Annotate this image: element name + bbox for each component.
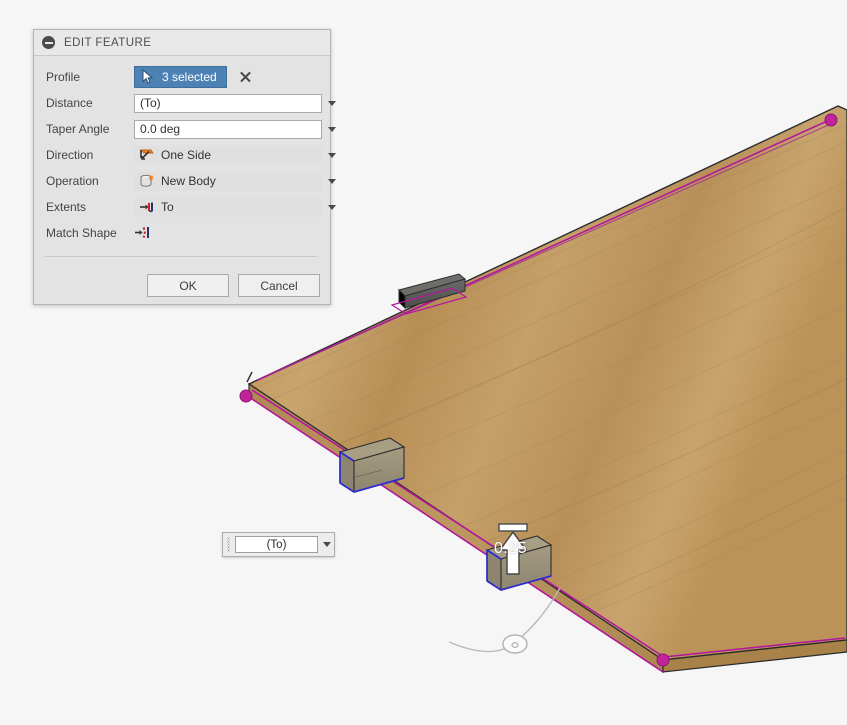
- row-direction: Direction One Side: [44, 142, 336, 168]
- dialog-divider: [44, 256, 317, 257]
- profile-selection-label: 3 selected: [162, 70, 217, 84]
- extents-combo[interactable]: To: [134, 197, 322, 217]
- minus-circle-icon[interactable]: [42, 36, 55, 49]
- dialog-title: EDIT FEATURE: [64, 36, 152, 49]
- new-body-icon: [140, 174, 155, 187]
- dialog-title-bar[interactable]: EDIT FEATURE: [34, 30, 330, 56]
- extents-chevron-down-icon[interactable]: [328, 204, 336, 210]
- direction-value: One Side: [161, 148, 212, 162]
- chevron-down-icon[interactable]: [320, 542, 334, 547]
- drag-circle-handle[interactable]: [502, 634, 528, 654]
- drag-grip-icon[interactable]: [223, 533, 233, 556]
- close-x-icon[interactable]: [238, 70, 252, 84]
- row-taper-angle: Taper Angle 0.0 deg: [44, 116, 336, 142]
- extents-value: To: [161, 200, 174, 214]
- cancel-button[interactable]: Cancel: [238, 274, 320, 297]
- application-window: 0.25 (To) EDIT FEATURE Profile 3 selecte…: [0, 0, 847, 725]
- label-profile: Profile: [46, 70, 81, 84]
- canvas-value-editor[interactable]: (To): [222, 532, 335, 557]
- ok-button[interactable]: OK: [147, 274, 229, 297]
- label-taper-angle: Taper Angle: [46, 122, 110, 136]
- cursor-arrow-icon: [142, 69, 154, 84]
- one-side-direction-icon: [139, 149, 154, 160]
- taper-angle-dropdown-chevron-down-icon[interactable]: [328, 126, 336, 132]
- dialog-body: Profile 3 selected Distance (To) Taper A…: [34, 56, 336, 267]
- vertex-connector-line: [246, 371, 253, 383]
- row-match-shape: Match Shape: [44, 220, 317, 246]
- extent-to-icon: [140, 202, 153, 213]
- operation-value: New Body: [161, 174, 216, 188]
- direction-combo[interactable]: One Side: [134, 145, 322, 165]
- label-operation: Operation: [46, 174, 99, 188]
- label-match-shape: Match Shape: [46, 226, 117, 240]
- dialog-footer: OK Cancel: [34, 267, 330, 304]
- row-profile: Profile 3 selected: [44, 64, 317, 90]
- distance-input[interactable]: (To): [134, 93, 322, 113]
- direction-chevron-down-icon[interactable]: [328, 152, 336, 158]
- canvas-value-input[interactable]: (To): [235, 536, 318, 553]
- label-direction: Direction: [46, 148, 94, 162]
- profile-selection-button[interactable]: 3 selected: [134, 66, 227, 88]
- distance-dropdown-chevron-down-icon[interactable]: [328, 100, 336, 106]
- label-extents: Extents: [46, 200, 87, 214]
- operation-chevron-down-icon[interactable]: [328, 178, 336, 184]
- match-shape-icon[interactable]: [134, 224, 152, 242]
- taper-angle-input[interactable]: 0.0 deg: [134, 119, 322, 139]
- edit-feature-dialog[interactable]: EDIT FEATURE Profile 3 selected Distance…: [33, 29, 336, 305]
- operation-combo[interactable]: New Body: [134, 171, 322, 191]
- row-operation: Operation New Body: [44, 168, 336, 194]
- row-distance: Distance (To): [44, 90, 336, 116]
- label-distance: Distance: [46, 96, 93, 110]
- row-extents: Extents To: [44, 194, 336, 220]
